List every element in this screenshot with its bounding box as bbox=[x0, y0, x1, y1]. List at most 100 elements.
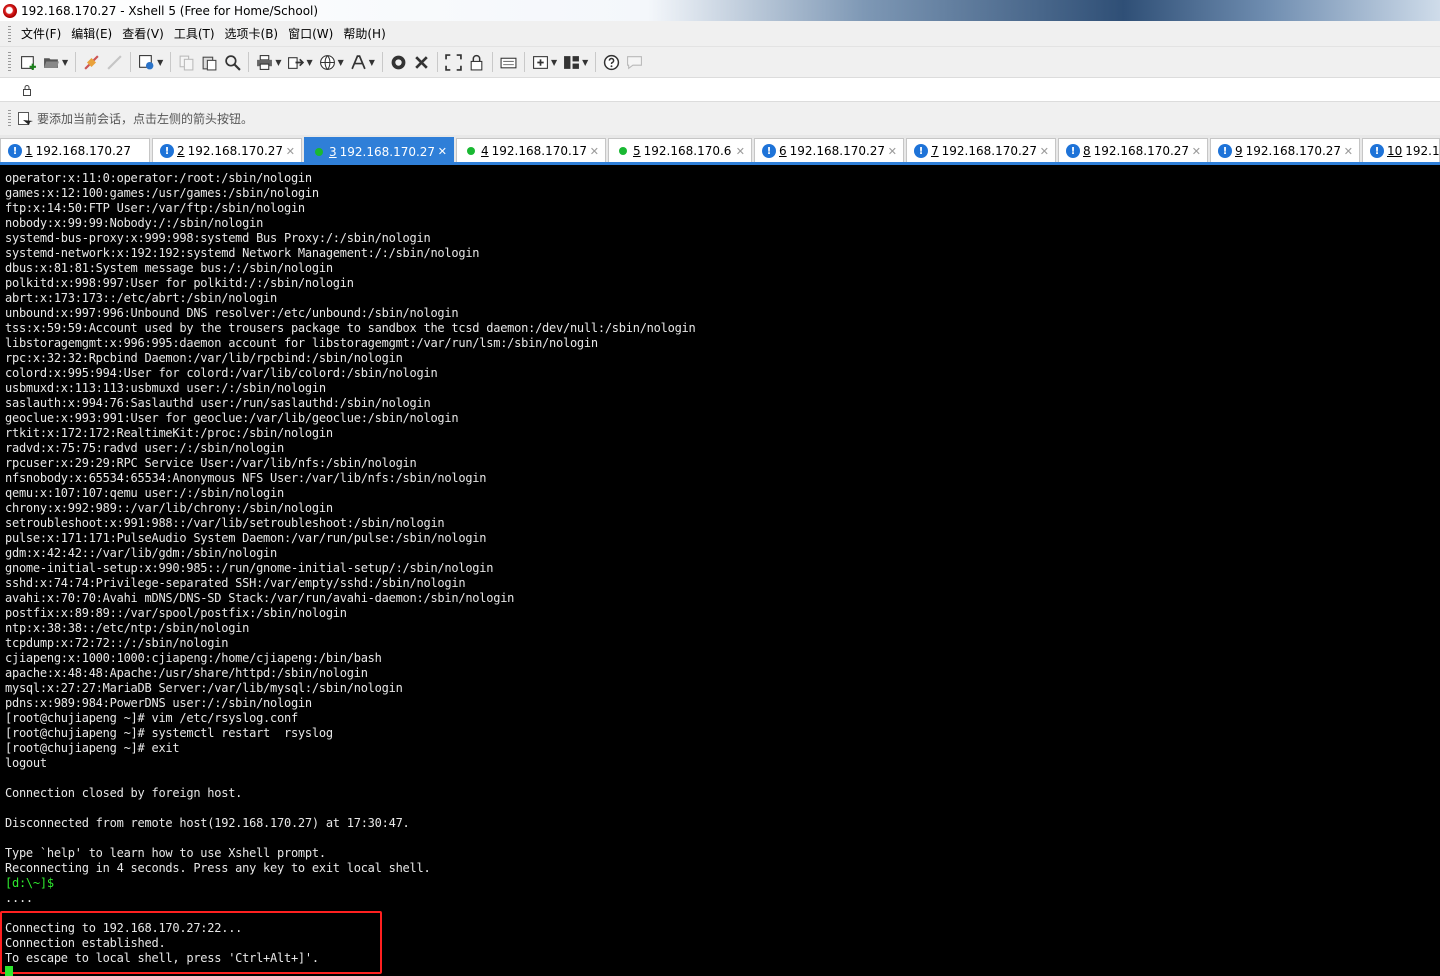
help-button[interactable] bbox=[600, 51, 623, 73]
printer-icon bbox=[257, 54, 273, 70]
tab-label: 10192.168.170.27 bbox=[1387, 144, 1440, 158]
session-tab-6[interactable]: ! 6 192.168.170.27 ✕ bbox=[754, 138, 904, 162]
menu-bar: 文件(F) 编辑(E) 查看(V) 工具(T) 选项卡(B) 窗口(W) 帮助(… bbox=[0, 21, 1440, 47]
warning-icon: ! bbox=[160, 144, 174, 158]
chevron-down-icon: ▼ bbox=[550, 57, 558, 67]
menu-tools[interactable]: 工具(T) bbox=[172, 25, 223, 42]
terminal-line: setroubleshoot:x:991:988::/var/lib/setro… bbox=[5, 516, 445, 530]
xftp-button[interactable] bbox=[387, 51, 410, 73]
toolbar-separator bbox=[170, 52, 172, 72]
lock-icon bbox=[470, 54, 483, 70]
menu-tabs[interactable]: 选项卡(B) bbox=[223, 25, 287, 42]
close-icon[interactable]: ✕ bbox=[1344, 145, 1353, 158]
menu-edit[interactable]: 编辑(E) bbox=[69, 25, 120, 42]
paste-button[interactable] bbox=[198, 51, 221, 73]
open-session-button[interactable]: ▼ bbox=[40, 51, 71, 73]
terminal-line: avahi:x:70:70:Avahi mDNS/DNS-SD Stack:/v… bbox=[5, 591, 515, 605]
tab-label: 1 192.168.170.27 bbox=[25, 144, 132, 158]
chat-button[interactable] bbox=[623, 51, 646, 73]
close-icon[interactable]: ✕ bbox=[888, 145, 897, 158]
transfer-icon bbox=[288, 56, 305, 69]
xshell-app-icon[interactable] bbox=[3, 3, 17, 18]
find-button[interactable] bbox=[221, 51, 244, 73]
disconnect-icon bbox=[107, 54, 122, 70]
reconnect-button[interactable] bbox=[80, 51, 103, 73]
encoding-button[interactable]: ▼ bbox=[316, 51, 347, 73]
hint-grip bbox=[8, 109, 11, 128]
terminal-line: .... bbox=[5, 891, 33, 905]
terminal-line: sshd:x:74:74:Privilege-separated SSH:/va… bbox=[5, 576, 466, 590]
chevron-down-icon: ▼ bbox=[275, 57, 282, 67]
close-icon[interactable]: ✕ bbox=[590, 145, 599, 158]
terminal-line: geoclue:x:993:991:User for geoclue:/var/… bbox=[5, 411, 459, 425]
print-button[interactable]: ▼ bbox=[253, 51, 284, 73]
address-bar bbox=[0, 77, 1440, 102]
terminal-line: tss:x:59:59:Account used by the trousers… bbox=[5, 321, 696, 335]
warning-icon: ! bbox=[1370, 144, 1384, 158]
close-icon[interactable]: ✕ bbox=[438, 145, 447, 158]
terminal-line: dbus:x:81:81:System message bus:/:/sbin/… bbox=[5, 261, 333, 275]
menu-view[interactable]: 查看(V) bbox=[120, 25, 172, 42]
session-tab-8[interactable]: ! 8 192.168.170.27 ✕ bbox=[1058, 138, 1208, 162]
terminal-line: systemd-bus-proxy:x:999:998:systemd Bus … bbox=[5, 231, 431, 245]
warning-icon: ! bbox=[762, 144, 776, 158]
session-tab-9[interactable]: ! 9 192.168.170.27 ✕ bbox=[1210, 138, 1360, 162]
disconnect-button[interactable] bbox=[103, 51, 126, 73]
copy-button[interactable] bbox=[175, 51, 198, 73]
tab-label: 4 192.168.170.17 bbox=[481, 144, 588, 158]
menu-grip bbox=[8, 25, 11, 42]
terminal-output[interactable]: operator:x:11:0:operator:/root:/sbin/nol… bbox=[0, 165, 1440, 976]
layout-icon bbox=[564, 55, 580, 69]
tab-label: 5 192.168.170.6 bbox=[633, 144, 732, 158]
chevron-down-icon: ▼ bbox=[306, 57, 313, 67]
lock-button[interactable] bbox=[465, 51, 488, 73]
menu-help[interactable]: 帮助(H) bbox=[341, 25, 393, 42]
session-tab-5[interactable]: 5 192.168.170.6 ✕ bbox=[608, 138, 752, 162]
terminal-line: chrony:x:992:989::/var/lib/chrony:/sbin/… bbox=[5, 501, 333, 515]
terminal-line: Reconnecting in 4 seconds. Press any key… bbox=[5, 861, 431, 875]
address-lock-icon bbox=[23, 84, 31, 96]
window-title: 192.168.170.27 - Xshell 5 (Free for Home… bbox=[21, 3, 319, 18]
new-session-button[interactable] bbox=[17, 51, 40, 73]
terminal-line: Connection closed by foreign host. bbox=[5, 786, 243, 800]
session-tab-4[interactable]: 4 192.168.170.17 ✕ bbox=[456, 138, 606, 162]
session-tab-1[interactable]: ! 1 192.168.170.27 bbox=[0, 138, 150, 162]
session-tab-2[interactable]: ! 2 192.168.170.27 ✕ bbox=[152, 138, 302, 162]
session-tab-3[interactable]: 3 192.168.170.27 ✕ bbox=[304, 137, 454, 162]
terminal-line: saslauth:x:994:76:Saslauthd user:/run/sa… bbox=[5, 396, 431, 410]
terminal-line: games:x:12:100:games:/usr/games:/sbin/no… bbox=[5, 186, 319, 200]
title-bar: 192.168.170.27 - Xshell 5 (Free for Home… bbox=[0, 0, 1440, 21]
close-icon[interactable]: ✕ bbox=[1040, 145, 1049, 158]
terminal-line: tcpdump:x:72:72::/:/sbin/nologin bbox=[5, 636, 229, 650]
add-tab-icon bbox=[533, 55, 548, 69]
copy-icon bbox=[179, 55, 194, 70]
menu-window[interactable]: 窗口(W) bbox=[286, 25, 341, 42]
terminal-line: [d:\~]$ bbox=[5, 876, 54, 890]
add-session-arrow-icon[interactable] bbox=[17, 111, 33, 127]
address-input[interactable] bbox=[38, 79, 1440, 100]
xmanager-button[interactable] bbox=[410, 51, 433, 73]
terminal-line: pulse:x:171:171:PulseAudio System Daemon… bbox=[5, 531, 487, 545]
session-tab-10[interactable]: ! 10192.168.170.27 bbox=[1362, 138, 1440, 162]
terminal-line: [root@chujiapeng ~]# exit bbox=[5, 741, 180, 755]
terminal-line: logout bbox=[5, 756, 47, 770]
fullscreen-button[interactable] bbox=[442, 51, 465, 73]
chevron-down-icon: ▼ bbox=[62, 57, 69, 67]
chevron-down-icon: ▼ bbox=[582, 57, 589, 67]
properties-button[interactable]: ▼ bbox=[135, 51, 166, 73]
close-icon[interactable]: ✕ bbox=[1192, 145, 1201, 158]
layout-button[interactable]: ▼ bbox=[560, 51, 591, 73]
terminal-line: rtkit:x:172:172:RealtimeKit:/proc:/sbin/… bbox=[5, 426, 333, 440]
transfer-button[interactable]: ▼ bbox=[284, 51, 315, 73]
keyboard-button[interactable] bbox=[497, 51, 520, 73]
menu-file[interactable]: 文件(F) bbox=[19, 25, 69, 42]
toolbar-separator bbox=[523, 52, 525, 72]
terminal-line: nobody:x:99:99:Nobody:/:/sbin/nologin bbox=[5, 216, 264, 230]
new-tab-button[interactable]: ▼ bbox=[529, 51, 560, 73]
session-tab-7[interactable]: ! 7 192.168.170.27 ✕ bbox=[906, 138, 1056, 162]
close-icon[interactable]: ✕ bbox=[286, 145, 295, 158]
font-button[interactable]: ▼ bbox=[347, 51, 378, 73]
close-icon[interactable]: ✕ bbox=[736, 145, 745, 158]
chevron-down-icon: ▼ bbox=[157, 57, 164, 67]
